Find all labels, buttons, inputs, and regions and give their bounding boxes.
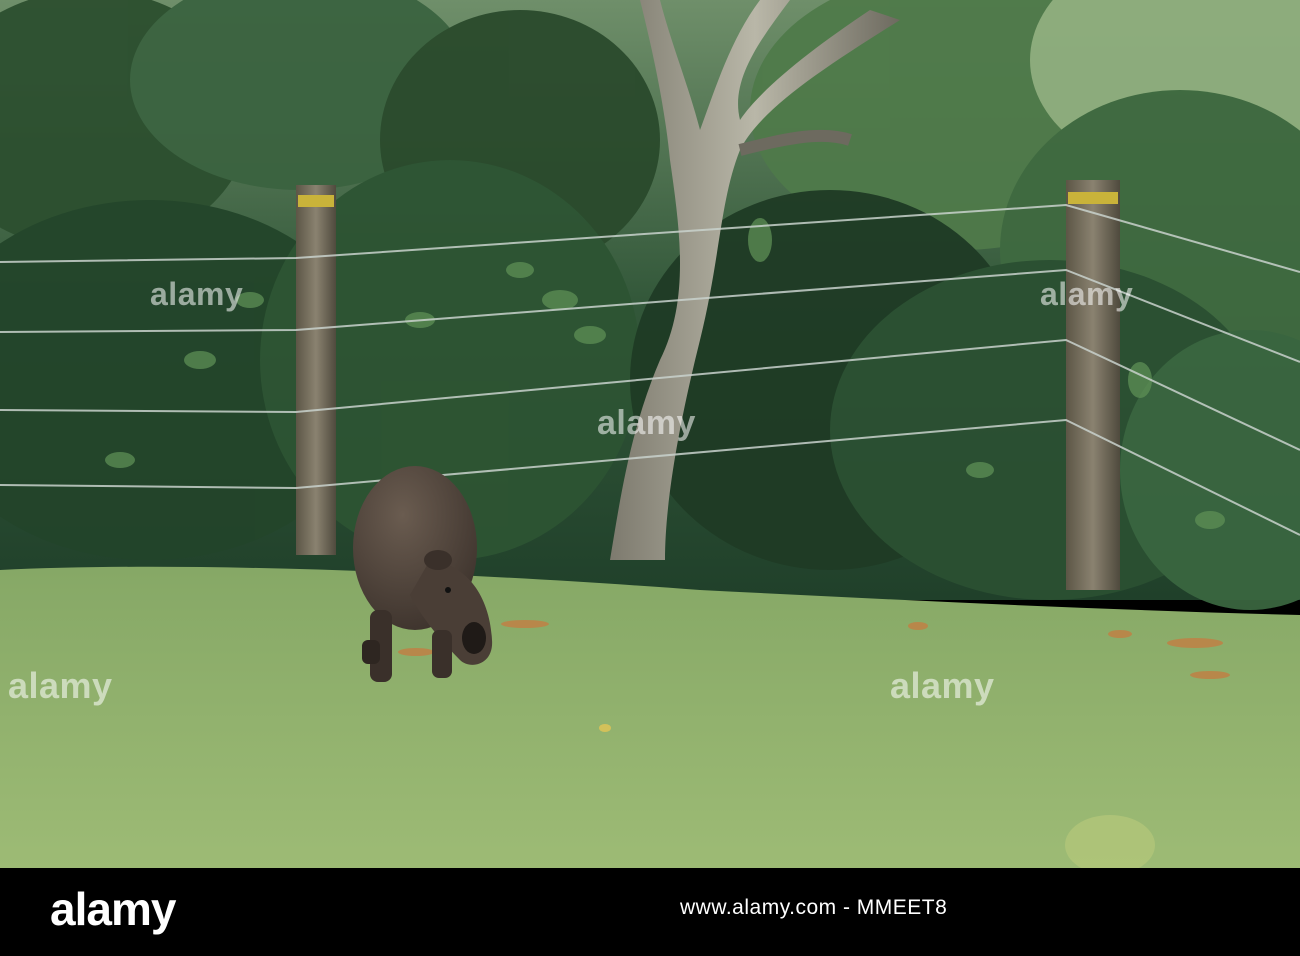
scene-illustration [0,0,1300,868]
post-yellow-band-right [1068,192,1118,204]
fence-post-right [1066,180,1120,590]
photo-capybara-on-lawn: alamy alamy alamy alamy alamy [0,0,1300,868]
alamy-logo: alamy [50,883,176,935]
fence-post-left [296,185,336,555]
image-id-text: www.alamy.com - MMEET8 [680,896,948,919]
post-yellow-band-left [298,195,334,207]
stock-photo-frame: alamy alamy alamy alamy alamy alamy www.… [0,0,1300,956]
stock-footer-bar: alamy www.alamy.com - MMEET8 [0,868,1300,956]
